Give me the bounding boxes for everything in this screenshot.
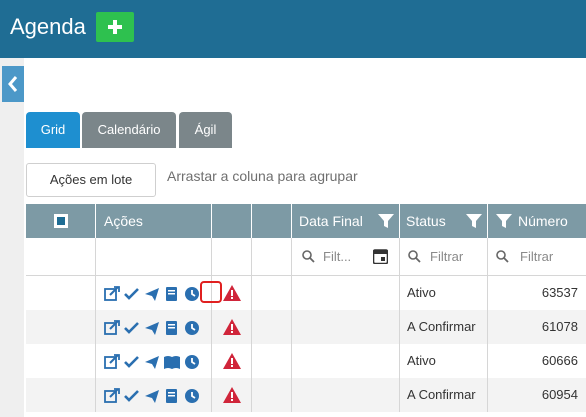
column-label-data-final: Data Final [299, 213, 363, 229]
row-data-final-cell [292, 310, 400, 344]
clock-icon[interactable] [184, 286, 200, 302]
notebook-icon[interactable] [164, 286, 180, 302]
select-all-header [26, 204, 96, 238]
row-status-cell: A Confirmar [400, 310, 488, 344]
search-icon [302, 250, 315, 263]
data-final-filter-placeholder: Filt... [323, 249, 352, 264]
check-icon[interactable] [124, 286, 140, 302]
left-rail [0, 58, 25, 417]
send-icon[interactable] [144, 320, 160, 336]
row-blank-cell [252, 378, 292, 412]
warning-icon[interactable] [223, 285, 241, 301]
column-header-numero[interactable]: Número [488, 204, 586, 238]
check-icon[interactable] [124, 320, 140, 336]
clock-icon[interactable] [184, 354, 200, 370]
row-select-cell[interactable] [26, 378, 96, 412]
row-status-cell: Ativo [400, 276, 488, 310]
edit-icon[interactable] [104, 320, 120, 336]
row-data-final-cell [292, 344, 400, 378]
edit-icon[interactable] [104, 354, 120, 370]
highlight-box [200, 281, 222, 303]
row-data-final-cell [292, 276, 400, 310]
clock-icon[interactable] [184, 320, 200, 336]
edit-icon[interactable] [104, 286, 120, 302]
open-book-icon[interactable] [164, 354, 180, 370]
row-data-final-cell [292, 378, 400, 412]
data-grid: Ações Data Final Status Número Filt... F… [26, 204, 586, 417]
filter-icon[interactable] [466, 213, 482, 229]
filter-cell-alert [212, 238, 252, 276]
warning-icon[interactable] [223, 353, 241, 369]
numero-filter[interactable]: Filtrar [488, 238, 586, 276]
tab-grid[interactable]: Grid [26, 112, 80, 148]
group-hint: Arrastar a coluna para agrupar [167, 168, 358, 184]
column-label-numero: Número [518, 213, 568, 229]
row-numero-cell: 61078 [541, 319, 578, 334]
data-final-filter[interactable]: Filt... [292, 238, 400, 276]
add-button[interactable] [96, 12, 134, 42]
warning-icon[interactable] [223, 319, 241, 335]
status-filter-placeholder: Filtrar [430, 249, 464, 264]
row-numero-cell: 60954 [541, 387, 578, 402]
notebook-icon[interactable] [164, 320, 180, 336]
row-blank-cell [252, 344, 292, 378]
numero-filter-placeholder: Filtrar [520, 249, 554, 264]
row-blank-cell [252, 310, 292, 344]
filter-cell-blank [252, 238, 292, 276]
edit-icon[interactable] [104, 388, 120, 404]
table-row[interactable]: A Confirmar 61078 [26, 310, 586, 344]
row-numero-cell: 60666 [541, 353, 578, 368]
chevron-left-icon [8, 76, 18, 92]
column-header-data-final[interactable]: Data Final [292, 204, 400, 238]
send-icon[interactable] [144, 354, 160, 370]
filter-cell-acoes [96, 238, 212, 276]
notebook-icon[interactable] [164, 388, 180, 404]
warning-icon[interactable] [223, 387, 241, 403]
table-row[interactable]: Ativo 63537 [26, 276, 586, 310]
row-blank-cell [252, 276, 292, 310]
send-icon[interactable] [144, 388, 160, 404]
check-icon[interactable] [124, 388, 140, 404]
send-icon[interactable] [144, 286, 160, 302]
search-icon [496, 250, 509, 263]
column-header-status[interactable]: Status [400, 204, 488, 238]
row-select-cell[interactable] [26, 310, 96, 344]
top-bar: Agenda [0, 0, 586, 58]
column-header-blank [252, 204, 292, 238]
row-status-cell: Ativo [400, 344, 488, 378]
select-all-checkbox[interactable] [54, 214, 68, 228]
table-row[interactable]: A Confirmar 60954 [26, 378, 586, 412]
status-filter[interactable]: Filtrar [400, 238, 488, 276]
collapse-sidebar-button[interactable] [2, 66, 24, 102]
table-row[interactable]: Ativo 60666 [26, 344, 586, 378]
row-select-cell[interactable] [26, 276, 96, 310]
plus-icon [108, 20, 122, 34]
check-icon[interactable] [124, 354, 140, 370]
tab-calendario[interactable]: Calendário [82, 112, 176, 148]
filter-cell-select [26, 238, 96, 276]
row-select-cell[interactable] [26, 344, 96, 378]
page-title: Agenda [10, 14, 86, 39]
search-icon [408, 250, 421, 263]
calendar-icon[interactable] [373, 248, 388, 264]
filter-icon[interactable] [378, 213, 394, 229]
row-status-cell: A Confirmar [400, 378, 488, 412]
column-header-acoes[interactable]: Ações [96, 204, 212, 238]
batch-actions-button[interactable]: Ações em lote [26, 163, 156, 197]
filter-icon[interactable] [496, 213, 512, 229]
clock-icon[interactable] [184, 388, 200, 404]
column-label-status: Status [406, 213, 446, 229]
tab-agil[interactable]: Ágil [179, 112, 232, 148]
row-numero-cell: 63537 [541, 285, 578, 300]
column-header-alert [212, 204, 252, 238]
